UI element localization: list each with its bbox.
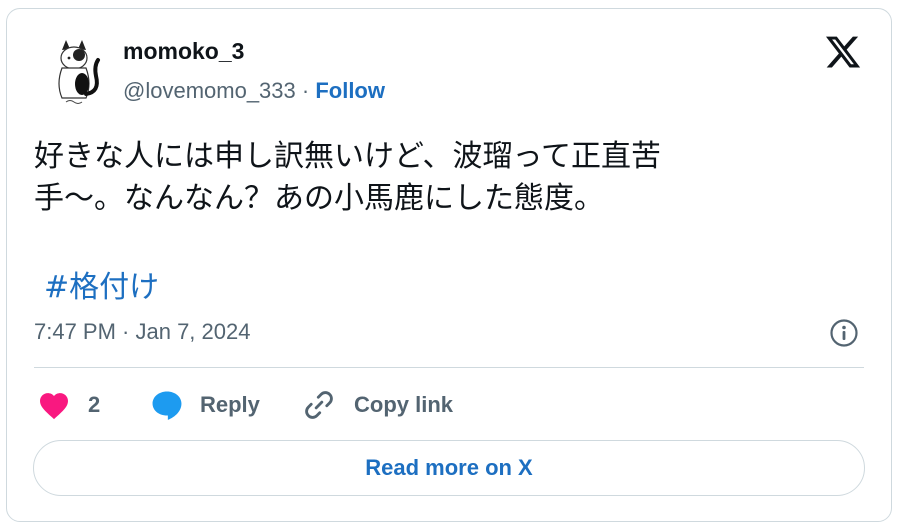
author-display-name[interactable]: momoko_3 (123, 38, 244, 65)
author-handle[interactable]: @lovemomo_333 (123, 78, 296, 103)
like-count: 2 (88, 392, 101, 417)
tweet-timestamp[interactable]: 7:47 PM · Jan 7, 2024 (34, 319, 250, 345)
copy-link-label: Copy link (354, 392, 454, 417)
author-handle-row: @lovemomo_333 · Follow (123, 78, 385, 104)
cat-avatar-icon[interactable] (44, 36, 106, 106)
info-icon[interactable] (829, 318, 859, 348)
tweet-text-line-2: 手〜。なんなん？あの小馬鹿にした態度。 (34, 181, 604, 216)
read-more-button[interactable]: Read more on X (33, 440, 865, 496)
follow-button[interactable]: Follow (315, 78, 385, 103)
tweet-text: 好きな人には申し訳無いけど、波瑠って正直苦 手〜。なんなん？あの小馬鹿にした態度。 (34, 136, 774, 220)
copy-link-button[interactable]: Copy link (302, 388, 453, 422)
like-button[interactable]: 2 (38, 388, 100, 422)
link-icon (305, 391, 333, 419)
speech-bubble-icon (152, 391, 182, 420)
reply-button[interactable]: Reply (150, 388, 260, 422)
hashtag-link[interactable]: #格付け (44, 262, 159, 306)
separator-dot: · (295, 78, 316, 103)
reply-label: Reply (200, 392, 260, 417)
tweet-text-line-1: 好きな人には申し訳無いけど、波瑠って正直苦 (34, 139, 661, 174)
x-logo-icon[interactable] (824, 33, 862, 71)
heart-icon (40, 393, 68, 420)
divider (34, 367, 864, 368)
